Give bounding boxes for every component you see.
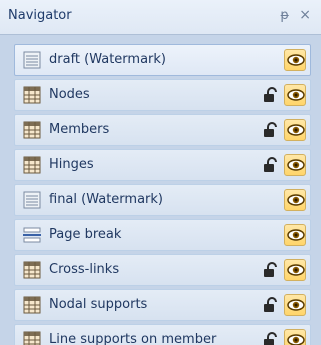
table-icon xyxy=(23,86,41,104)
unlock-icon[interactable] xyxy=(262,261,280,279)
list-item-label: draft (Watermark) xyxy=(49,52,166,67)
list-item[interactable]: Page break xyxy=(14,219,311,251)
list-item-label: Nodes xyxy=(49,87,90,102)
unlock-icon[interactable] xyxy=(262,296,280,314)
list-item[interactable]: Hinges xyxy=(14,149,311,181)
table-icon xyxy=(23,156,41,174)
visibility-eye-icon[interactable] xyxy=(284,294,306,316)
list-item[interactable]: Cross-links xyxy=(14,254,311,286)
unlock-icon[interactable] xyxy=(262,156,280,174)
table-icon xyxy=(23,331,41,345)
list-item[interactable]: final (Watermark) xyxy=(14,184,311,216)
list-item[interactable]: Nodal supports xyxy=(14,289,311,321)
list-item[interactable]: Members xyxy=(14,114,311,146)
visibility-eye-icon[interactable] xyxy=(284,329,306,345)
list-item[interactable]: Line supports on member xyxy=(14,324,311,345)
watermark-icon xyxy=(23,51,41,69)
visibility-eye-icon[interactable] xyxy=(284,154,306,176)
list-item[interactable]: draft (Watermark) xyxy=(14,44,311,76)
pin-icon[interactable]: ᵽ xyxy=(280,8,289,23)
panel-titlebar: Navigator ᵽ × xyxy=(0,0,321,35)
navigator-list: draft (Watermark) Nodes Members Hinges final… xyxy=(14,44,311,345)
list-item[interactable]: Nodes xyxy=(14,79,311,111)
table-icon xyxy=(23,296,41,314)
visibility-eye-icon[interactable] xyxy=(284,119,306,141)
visibility-eye-icon[interactable] xyxy=(284,49,306,71)
list-item-label: Cross-links xyxy=(49,262,120,277)
visibility-eye-icon[interactable] xyxy=(284,84,306,106)
watermark-icon xyxy=(23,191,41,209)
table-icon xyxy=(23,261,41,279)
visibility-eye-icon[interactable] xyxy=(284,189,306,211)
unlock-icon[interactable] xyxy=(262,331,280,345)
panel-title: Navigator xyxy=(8,8,72,23)
close-icon[interactable]: × xyxy=(299,7,311,23)
unlock-icon[interactable] xyxy=(262,121,280,139)
list-item-label: Members xyxy=(49,122,110,137)
navigator-panel: Navigator ᵽ × draft (Watermark) Nodes Memb… xyxy=(0,0,321,345)
list-item-label: Line supports on member xyxy=(49,332,217,345)
list-item-label: Nodal supports xyxy=(49,297,148,312)
visibility-eye-icon[interactable] xyxy=(284,224,306,246)
unlock-icon[interactable] xyxy=(262,86,280,104)
list-item-label: final (Watermark) xyxy=(49,192,163,207)
page-break-icon xyxy=(23,226,41,244)
list-item-label: Page break xyxy=(49,227,122,242)
table-icon xyxy=(23,121,41,139)
visibility-eye-icon[interactable] xyxy=(284,259,306,281)
list-item-label: Hinges xyxy=(49,157,94,172)
